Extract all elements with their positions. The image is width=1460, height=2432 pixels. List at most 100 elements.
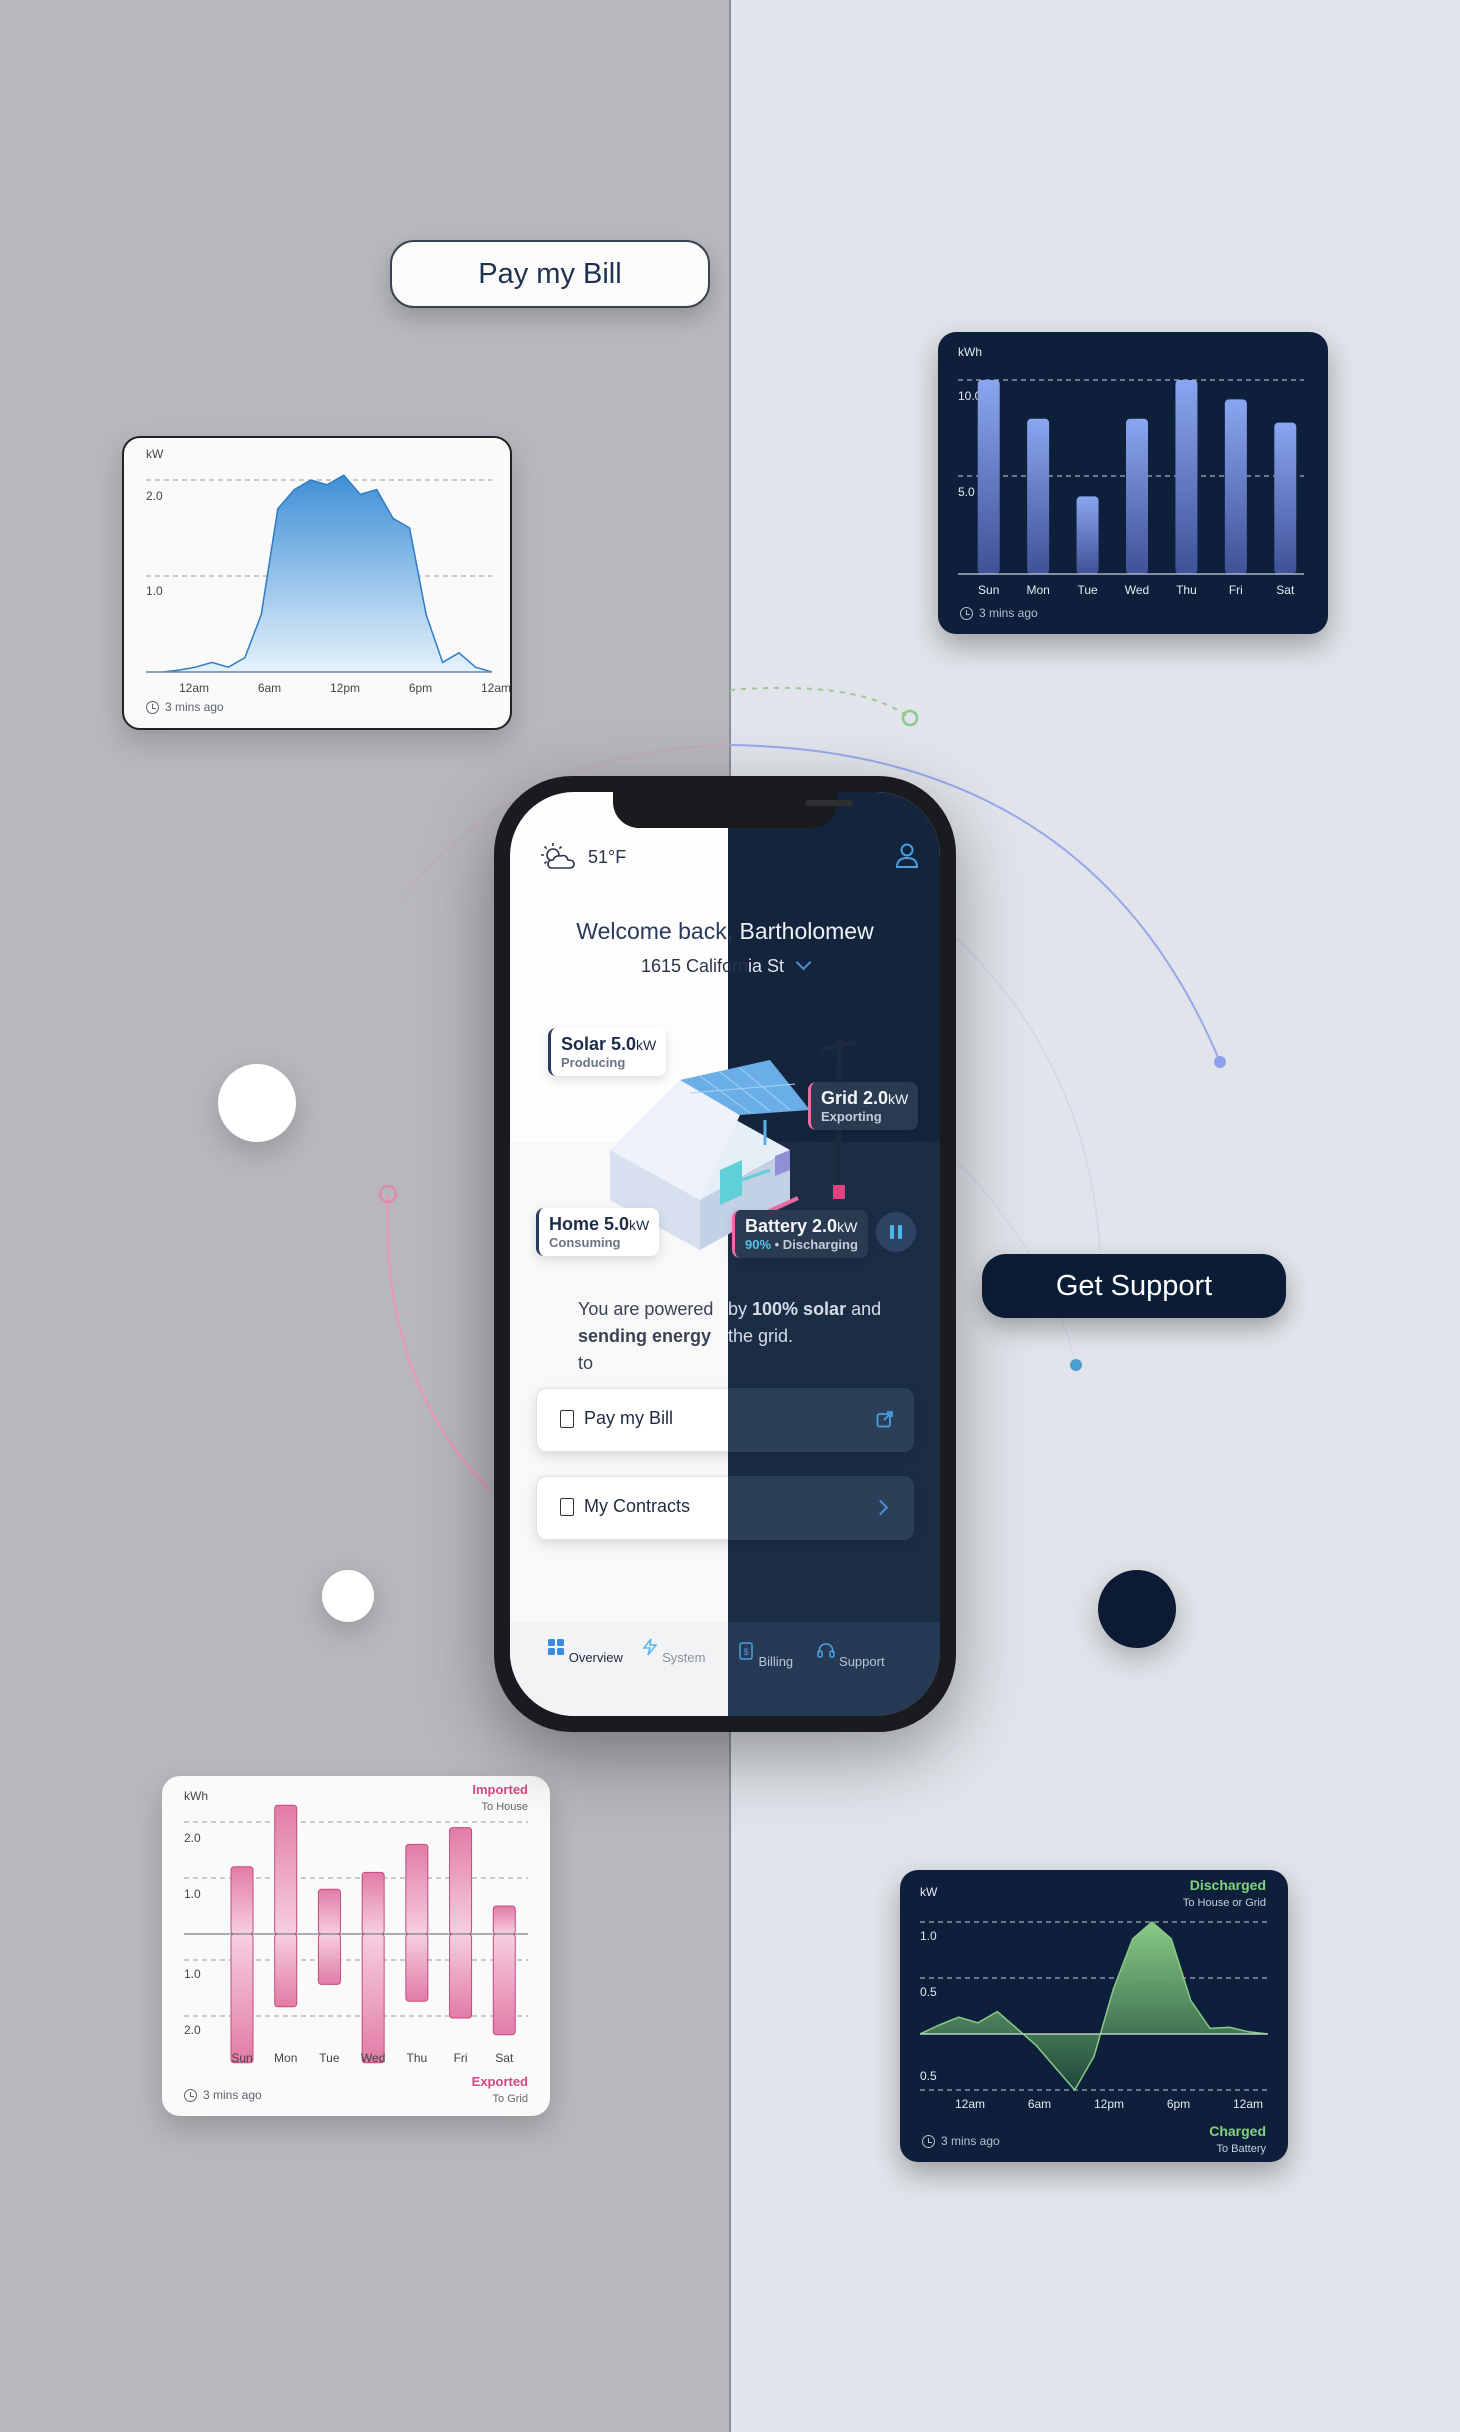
x-tick-label: 12am [481,681,511,695]
bar [977,380,1000,574]
tab-overview[interactable]: Overview [540,1638,630,1665]
pause-icon [898,1225,902,1239]
action-label: Pay my Bill [584,1408,674,1428]
clock-icon [146,700,159,714]
y-tick-label: 5.0 [958,485,975,499]
invoice-icon: $ [739,1642,753,1660]
discharged-sub: To House or Grid [1183,1897,1266,1909]
summary-bold: 100% solar [752,1299,847,1319]
phone-notch [613,792,853,828]
y-tick-label: 1.0 [184,1967,201,1981]
grid-status: Exporting [821,1109,882,1124]
external-link-icon [876,1411,893,1428]
summary-text: by [728,1299,753,1319]
action-label: My Contracts [584,1496,691,1516]
weekly-bar-chart: kWh 10.0 5.0 Sun Mon Tue Wed Thu Fri Sat [958,345,1304,597]
my-contracts-action[interactable]: My Contracts [536,1476,914,1540]
solar-area-chart: kW 2.0 1.0 12am 6am 12pm 6pm 12am [146,447,511,695]
bar [1076,496,1099,574]
summary-line2-left: sending energy to [578,1323,728,1377]
x-tick-label: 12pm [1094,2097,1124,2111]
x-tick-label: 6am [1028,2097,1051,2111]
pay-bill-button[interactable]: Pay my Bill [390,240,710,308]
user-name: Bartholomew [733,918,874,944]
welcome-text: Welcome back, [576,918,734,944]
x-tick-label: 12am [955,2097,985,2111]
x-tick-label: Fri [1229,583,1243,597]
exported-bar [317,1933,341,1985]
imported-bar [492,1905,516,1935]
battery-badge[interactable]: Battery 2.0kW 90% • Discharging [732,1210,868,1258]
weather-widget: 51°F [540,842,626,872]
get-support-button[interactable]: Get Support [982,1254,1286,1318]
address-selector[interactable]: 1615 California St [510,954,940,977]
tab-label: System [662,1650,706,1665]
exported-label: Exported [472,2074,528,2089]
summary-text: the grid. [728,1326,794,1346]
x-tick-label: 6pm [1167,2097,1190,2111]
weekly-energy-card: kWh 10.0 5.0 Sun Mon Tue Wed Thu Fri Sat 3 min… [938,332,1328,634]
solar-value: Solar 5.0 [561,1034,637,1054]
x-tick-label: Tue [1077,583,1098,597]
x-tick-label: 6am [258,681,281,695]
y-tick-label: 0.5 [920,2069,937,2083]
grid-badge[interactable]: Grid 2.0kW Exporting [808,1082,919,1130]
imported-bar [230,1866,254,1935]
y-tick-label: 2.0 [184,2023,201,2037]
tabbar-light [510,1622,728,1716]
tab-support[interactable]: Support [806,1642,896,1669]
unit-label: kW [920,1885,938,1899]
x-tick-label: Sun [231,2051,252,2065]
solar-unit: kW [636,1037,657,1053]
x-tick-label: Wed [1125,583,1149,597]
x-tick-label: Sun [978,583,999,597]
battery-area-series [919,1921,1269,2092]
x-tick-label: Wed [361,2051,385,2065]
phone-mockup: 51°F Welcome back, Bartholomew 1615 Cali… [494,776,956,1732]
updated-note: 3 mins ago [184,2088,262,2102]
updated-text: 3 mins ago [941,2134,1000,2148]
tab-label: Overview [568,1650,623,1665]
x-tick-label: Mon [274,2051,297,2065]
tab-system[interactable]: System [628,1638,718,1665]
user-profile-icon[interactable] [892,840,922,870]
x-tick-label: Sat [495,2051,514,2065]
x-tick-label: Thu [407,2051,428,2065]
battery-value: Battery 2.0 [745,1216,838,1236]
address-text-dark: ia St [748,956,785,976]
address-text: 1615 Californ [640,956,749,976]
exported-bar [449,1933,473,2019]
imported-bar [274,1804,298,1935]
chevron-down-icon[interactable] [795,954,812,971]
x-tick-label: Mon [1026,583,1049,597]
x-tick-label: Sat [1276,583,1295,597]
summary-line1-left: You are powered [578,1296,738,1323]
charged-sub: To Battery [1216,2143,1266,2155]
solar-power-card: kW 2.0 1.0 12am 6am 12pm 6pm 12am 3 mins ago [122,436,512,730]
battery-percent: 90% [745,1237,772,1252]
decorative-circle [322,1570,374,1622]
clock-icon [922,2134,935,2148]
y-tick-label: 1.0 [146,584,163,598]
pay-bill-action[interactable]: Pay my Bill [536,1388,914,1452]
imported-bar [405,1843,429,1935]
updated-note: 3 mins ago [922,2134,1000,2148]
bar [1126,418,1148,574]
updated-note: 3 mins ago [960,606,1038,620]
y-tick-label: 2.0 [146,489,163,503]
bar [1224,399,1247,574]
imported-bar [361,1871,385,1935]
x-tick-label: 12am [1233,2097,1263,2111]
home-badge[interactable]: Home 5.0kW Consuming [536,1208,660,1256]
imported-bar [449,1827,473,1935]
tabbar-dark [728,1622,940,1716]
exported-bar [230,1933,254,2064]
updated-text: 3 mins ago [979,606,1038,620]
tab-billing[interactable]: $ Billing [720,1642,810,1669]
solar-area-series [146,474,493,673]
exported-bar [492,1933,516,2036]
updated-text: 3 mins ago [203,2088,262,2102]
grid-icon [548,1639,565,1655]
solar-badge[interactable]: Solar 5.0kW Producing [548,1028,667,1076]
pause-button[interactable] [876,1212,916,1252]
